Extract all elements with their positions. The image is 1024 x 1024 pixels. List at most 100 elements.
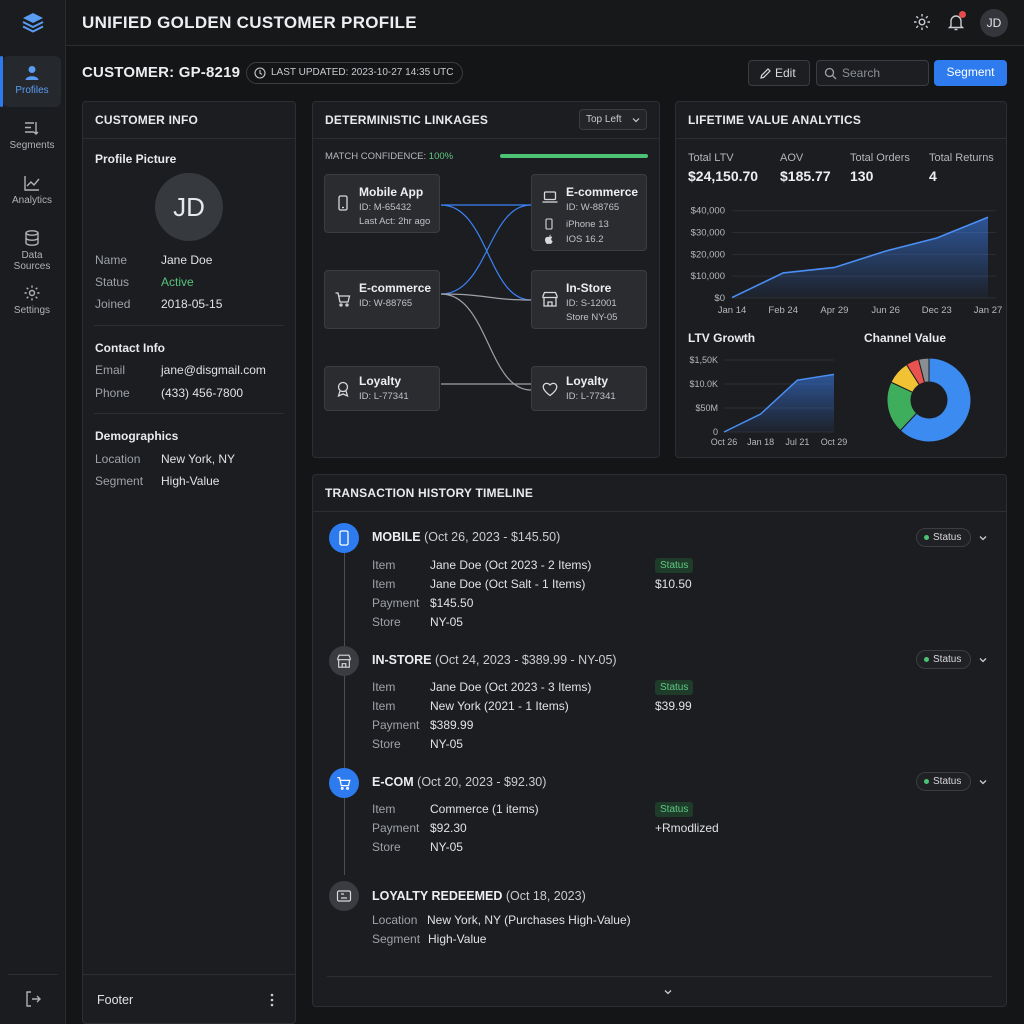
email-value[interactable]: jane@disgmail.com (161, 363, 266, 377)
channel-value-title: Channel Value (864, 331, 947, 345)
user-avatar[interactable]: JD (980, 9, 1008, 37)
node-title: In-Store (566, 281, 612, 295)
row-label: Item (372, 558, 396, 572)
kpi-label: Total Returns (929, 152, 994, 164)
node-title: E-commerce (359, 281, 432, 295)
linkage-node-ecommerce[interactable]: E-commerce ID: W-88765 (324, 270, 440, 329)
cart-icon (335, 292, 351, 307)
status-pill[interactable]: Status (916, 772, 971, 791)
row-label: Store (372, 737, 401, 751)
timeline-entry-title[interactable]: IN-STORE (Oct 24, 2023 - $389.99 - NY-05… (372, 653, 617, 667)
row-side-value: +Rmodlized (655, 821, 719, 835)
chevron-down-icon[interactable] (977, 776, 989, 788)
joined-label: Joined (95, 297, 131, 311)
store-icon (337, 654, 351, 668)
sidebar-item-profiles[interactable]: Profiles (0, 56, 61, 107)
status-pill[interactable]: Status (916, 528, 971, 547)
store-icon (542, 291, 558, 307)
joined-value: 2018-05-15 (161, 297, 223, 311)
sidebar-item-label: Settings (13, 305, 51, 316)
y-tick-label: $10,000 (691, 271, 725, 282)
status-value: Active (161, 275, 194, 289)
y-tick-label: $20,000 (691, 249, 725, 260)
timeline-entry-title[interactable]: E-COM (Oct 20, 2023 - $92.30) (372, 775, 546, 789)
phone-value[interactable]: (433) 456-7800 (161, 386, 243, 400)
divider (83, 138, 295, 139)
row-value: NY-05 (430, 840, 463, 854)
status-badge: Status (655, 680, 694, 695)
timeline-summary: (Oct 20, 2023 - $92.30) (417, 775, 547, 789)
node-id: ID: L-77341 (566, 391, 616, 402)
chevron-down-icon[interactable] (662, 986, 674, 998)
sidebar-item-label: Data Sources (13, 250, 51, 272)
chevron-down-icon[interactable] (977, 654, 989, 666)
timeline-summary: (Oct 26, 2023 - $145.50) (424, 530, 561, 544)
gear-icon[interactable] (912, 12, 932, 32)
timeline-line (344, 552, 345, 875)
sidebar-item-settings[interactable]: Settings (3, 276, 61, 327)
node-title: Loyalty (566, 374, 609, 388)
node-id: ID: W-88765 (359, 298, 413, 309)
timeline-channel: LOYALTY REDEEMED (372, 889, 503, 903)
x-tick-label: Oct 29 (821, 437, 848, 447)
divider (676, 138, 1006, 139)
sidebar-item-segments[interactable]: Segments (3, 111, 61, 162)
timeline-summary: (Oct 18, 2023) (505, 889, 586, 903)
node-detail: Last Act: 2hr ago (359, 216, 431, 227)
node-detail: Store NY-05 (566, 312, 618, 323)
timeline-entry-title[interactable]: MOBILE (Oct 26, 2023 - $145.50) (372, 530, 560, 544)
pencil-icon (760, 68, 771, 79)
layers-logo-icon[interactable] (20, 10, 46, 36)
segment-value: High-Value (161, 474, 220, 488)
node-id: ID: L-77341 (359, 391, 409, 402)
linkage-node-loyalty[interactable]: Loyalty ID: L-77341 (324, 366, 440, 411)
linkage-node-mobile-app[interactable]: Mobile App ID: M-65432 Last Act: 2hr ago (324, 174, 440, 233)
linkage-node-in-store[interactable]: In-Store ID: S-12001 Store NY-05 (531, 270, 647, 329)
x-tick-label: Jan 27 (974, 305, 1003, 316)
row-label: Payment (372, 821, 420, 835)
row-label: Store (372, 615, 401, 629)
linkage-node-ecommerce-device[interactable]: E-commerce ID: W-88765 iPhone 13 IOS 16.… (531, 174, 647, 251)
chevron-down-icon[interactable] (977, 532, 989, 544)
row-value: Jane Doe (Oct Salt - 1 Items) (430, 577, 586, 591)
row-label: Store (372, 840, 401, 854)
row-value: $145.50 (430, 596, 474, 610)
kpi-label: Total Orders (850, 152, 910, 164)
demographics-title: Demographics (95, 429, 179, 443)
panel-title: TRANSACTION HISTORY TIMELINE (325, 486, 534, 500)
location-label: Location (95, 452, 141, 466)
y-tick-label: $50M (695, 403, 718, 413)
x-tick-label: Apr 29 (820, 305, 848, 316)
x-tick-label: Oct 26 (711, 437, 738, 447)
node-os: IOS 16.2 (566, 234, 604, 245)
sidebar-item-data-sources[interactable]: Data Sources (3, 221, 61, 272)
status-pill[interactable]: Status (916, 650, 971, 669)
edit-label: Edit (775, 66, 796, 80)
row-value: New York (2021 - 1 Items) (430, 699, 569, 713)
kpi-value: 130 (850, 168, 874, 184)
award-icon (337, 381, 349, 398)
row-label: Item (372, 680, 396, 694)
app-title: UNIFIED GOLDEN CUSTOMER PROFILE (82, 13, 417, 32)
row-value: $92.30 (430, 821, 467, 835)
phone-icon (338, 195, 348, 211)
row-value: Jane Doe (Oct 2023 - 3 Items) (430, 680, 592, 694)
row-side-value: $39.99 (655, 699, 692, 713)
edit-button[interactable]: Edit (748, 60, 810, 86)
ltv-growth-title: LTV Growth (688, 331, 756, 345)
row-label: Location (372, 913, 418, 927)
status-badge: Status (655, 558, 694, 573)
logout-icon[interactable] (24, 990, 42, 1008)
x-tick-label: Dec 23 (922, 305, 952, 316)
more-vertical-icon[interactable] (267, 993, 277, 1007)
sidebar-item-analytics[interactable]: Analytics (3, 166, 61, 217)
y-tick-label: $40,000 (691, 206, 725, 217)
linkage-node-loyalty-right[interactable]: Loyalty ID: L-77341 (531, 366, 647, 411)
timeline-entry-title[interactable]: LOYALTY REDEEMED (Oct 18, 2023) (372, 889, 586, 903)
sidebar-item-label: Analytics (11, 195, 52, 206)
gear-icon (24, 285, 40, 301)
divider (327, 976, 992, 977)
kpi-value: 4 (929, 168, 937, 184)
ltv-growth-chart: 0 $50M $10.0K $1,50K Oct 26 Jan 18 Jul 21 Oct 2… (689, 355, 848, 447)
segment-button[interactable]: Segment (934, 60, 1007, 86)
